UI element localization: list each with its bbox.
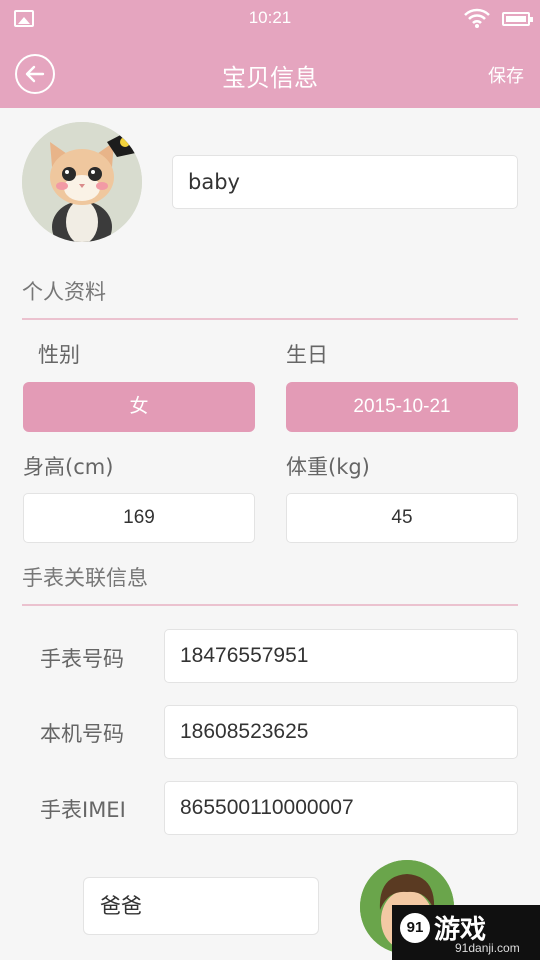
save-button[interactable]: 保存 xyxy=(488,62,524,88)
watermark-url: 91danji.com xyxy=(455,941,520,955)
phone-number-label: 本机号码 xyxy=(40,722,124,746)
watch-imei-input[interactable]: 865500110000007 xyxy=(164,781,518,835)
gender-label: 性别 xyxy=(38,343,80,367)
baby-avatar[interactable] xyxy=(22,122,142,242)
height-label: 身高(cm) xyxy=(23,455,114,479)
personal-info-heading: 个人资料 xyxy=(22,280,106,304)
wifi-icon xyxy=(464,8,490,32)
status-time: 10:21 xyxy=(248,8,292,27)
baby-name-input[interactable]: baby xyxy=(172,155,518,209)
height-input[interactable]: 169 xyxy=(23,493,255,543)
watermark: 91 游戏 91danji.com xyxy=(392,905,540,960)
back-button[interactable] xyxy=(15,54,55,94)
app-bar: 宝贝信息 保存 xyxy=(0,38,540,108)
relation-input[interactable]: 爸爸 xyxy=(83,877,319,935)
birthday-label: 生日 xyxy=(286,343,328,367)
watch-number-label: 手表号码 xyxy=(40,647,124,671)
watch-imei-label: 手表IMEI xyxy=(40,798,126,822)
divider xyxy=(22,604,518,606)
status-bar: 10:21 xyxy=(0,0,540,38)
watch-info-heading: 手表关联信息 xyxy=(22,566,148,590)
phone-number-input[interactable]: 18608523625 xyxy=(164,705,518,759)
page-title: 宝贝信息 xyxy=(222,64,318,92)
weight-input[interactable]: 45 xyxy=(286,493,518,543)
back-arrow-icon xyxy=(25,65,45,83)
watermark-logo: 91 xyxy=(400,913,430,943)
birthday-button[interactable]: 2015-10-21 xyxy=(286,382,518,432)
divider xyxy=(22,318,518,320)
gender-button[interactable]: 女 xyxy=(23,382,255,432)
weight-label: 体重(kg) xyxy=(286,455,370,479)
watch-number-input[interactable]: 18476557951 xyxy=(164,629,518,683)
battery-icon xyxy=(502,12,533,26)
